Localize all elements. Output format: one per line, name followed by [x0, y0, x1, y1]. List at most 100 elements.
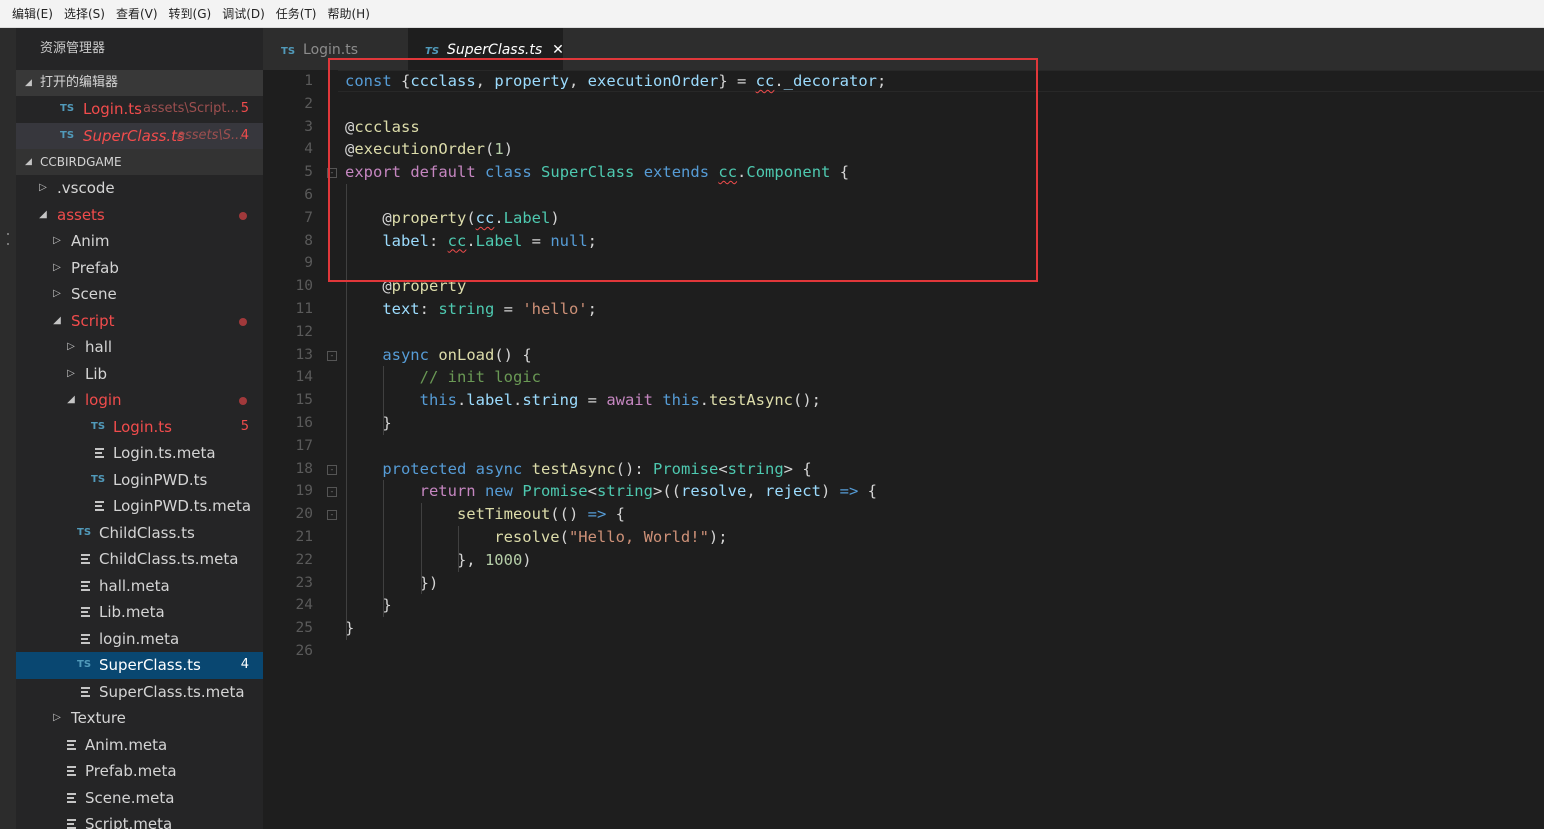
typescript-icon: TS: [60, 129, 75, 141]
code-token: text: [382, 300, 420, 318]
code-token: label: [382, 231, 429, 250]
tree-item-label: LoginPWD.ts: [113, 470, 208, 489]
explorer-title: 资源管理器: [40, 41, 106, 56]
code-token: (: [559, 528, 569, 546]
code-token: =: [522, 231, 551, 250]
code-text: @ccclass: [345, 116, 420, 139]
error-dot-icon: [239, 211, 247, 220]
code-token: =>: [839, 482, 859, 501]
tree-item[interactable]: Script.meta: [16, 811, 263, 829]
line-number: 3: [304, 118, 313, 135]
line-number: 12: [295, 323, 313, 340]
fold-toggle-icon[interactable]: -: [327, 487, 337, 498]
menu-item[interactable]: 查看(V): [116, 5, 158, 22]
code-token: {: [606, 505, 625, 524]
indent-guide: [457, 526, 459, 572]
open-editors-list: TS Login.ts assets\Script... 5 TS SuperClass.…: [16, 96, 263, 149]
code-text: @property: [382, 275, 466, 298]
code-editor[interactable]: 1 const {ccclass, property, executionOrde…: [263, 70, 1544, 829]
code-token: :: [428, 231, 448, 250]
tree-item[interactable]: ▷ Texture: [16, 705, 263, 732]
tree-item[interactable]: TS ChildClass.ts: [16, 520, 263, 547]
tree-item[interactable]: ▷ Anim: [16, 228, 263, 255]
code-line: 12: [263, 321, 1544, 344]
explorer-sidebar: 资源管理器 ◢ 打开的编辑器 TS Login.ts assets\Script..…: [16, 28, 263, 829]
code-line: 19 - return new Promise<string>((resolve, …: [263, 480, 1544, 503]
code-token: this: [419, 391, 457, 410]
code-token: cc: [475, 208, 495, 227]
tree-item[interactable]: Lib.meta: [16, 599, 263, 626]
tree-item[interactable]: ▷ Scene: [16, 281, 263, 308]
line-number: 20: [295, 506, 313, 523]
line-number: 17: [295, 437, 313, 454]
code-token: const: [345, 72, 392, 90]
code-line: 4 @executionOrder(1): [263, 138, 1544, 161]
fold-toggle-icon[interactable]: -: [327, 168, 337, 179]
fold-toggle-icon[interactable]: -: [327, 510, 337, 521]
tree-item[interactable]: ◢ assets: [16, 202, 263, 229]
code-text: @executionOrder(1): [345, 138, 513, 161]
line-number: 8: [304, 232, 313, 249]
code-token: ccclass: [410, 72, 476, 90]
menu-item[interactable]: 选择(S): [64, 5, 105, 22]
tree-item[interactable]: SuperClass.ts.meta: [16, 679, 263, 706]
tree-item[interactable]: login.meta: [16, 626, 263, 653]
menu-item[interactable]: 任务(T): [276, 5, 317, 22]
code-token: .: [512, 391, 523, 410]
open-editors-header[interactable]: ◢ 打开的编辑器: [16, 70, 263, 96]
menu-item[interactable]: 编辑(E): [12, 5, 53, 22]
tree-item-label: SuperClass.ts: [99, 656, 201, 674]
editor-tab-bar: TS Login.ts TS SuperClass.ts ✕: [263, 28, 1544, 70]
code-token: }): [419, 573, 439, 592]
tree-item[interactable]: TS LoginPWD.ts: [16, 467, 263, 494]
project-header[interactable]: ◢ CCBIRDGAME: [16, 149, 263, 175]
strip-mark: [7, 233, 9, 235]
project-label: CCBIRDGAME: [40, 155, 122, 169]
tab-login-ts[interactable]: TS Login.ts: [263, 28, 408, 70]
code-text: return new Promise<string>((resolve, rej…: [420, 480, 877, 503]
tree-item[interactable]: ◢ Script: [16, 308, 263, 335]
open-editor-path: assets\Script...: [143, 101, 239, 116]
open-editor-item[interactable]: TS Login.ts assets\Script... 5: [16, 96, 263, 123]
code-token: ;: [587, 300, 597, 318]
tree-item[interactable]: LoginPWD.ts.meta: [16, 493, 263, 520]
tree-item[interactable]: ▷ Lib: [16, 361, 263, 388]
tab-superclass-ts[interactable]: TS SuperClass.ts ✕: [408, 28, 564, 70]
tree-item[interactable]: TS Login.ts 5: [16, 414, 263, 441]
tree-item[interactable]: Scene.meta: [16, 785, 263, 812]
chevron-down-icon: ◢: [67, 394, 75, 405]
tree-item[interactable]: Login.ts.meta: [16, 440, 263, 467]
tree-item[interactable]: TS SuperClass.ts 4: [16, 652, 263, 679]
tree-item[interactable]: ▷ .vscode: [16, 175, 263, 202]
code-token: setTimeout: [456, 505, 551, 524]
tree-item[interactable]: Anim.meta: [16, 732, 263, 759]
fold-toggle-icon[interactable]: -: [327, 350, 337, 361]
indent-guide: [346, 184, 347, 640]
tree-item[interactable]: ChildClass.ts.meta: [16, 546, 263, 573]
menu-item[interactable]: 调试(D): [222, 5, 265, 22]
code-token: property: [494, 72, 569, 90]
error-dot-icon: [239, 397, 247, 405]
typescript-icon: TS: [91, 473, 106, 485]
code-text: resolve("Hello, World!");: [494, 526, 727, 549]
tree-item[interactable]: ▷ Prefab: [16, 255, 263, 282]
tree-item-label: Login.ts: [113, 417, 172, 436]
code-token: ): [503, 140, 514, 159]
menu-item[interactable]: 转到(G): [169, 5, 212, 22]
line-number: 19: [295, 483, 313, 500]
close-icon[interactable]: ✕: [552, 42, 564, 58]
chevron-right-icon: ▷: [39, 182, 47, 193]
tree-item[interactable]: Prefab.meta: [16, 758, 263, 785]
code-line: 9: [263, 252, 1544, 275]
file-lines-icon: [67, 792, 77, 804]
fold-toggle-icon[interactable]: -: [327, 464, 337, 475]
tree-item[interactable]: hall.meta: [16, 573, 263, 600]
open-editor-item[interactable]: TS SuperClass.ts assets\S... 4: [16, 122, 263, 149]
tree-item[interactable]: ▷ hall: [16, 334, 263, 361]
tree-item[interactable]: ◢ login: [16, 387, 263, 414]
code-line: 11 text: string = 'hello';: [263, 298, 1544, 321]
menu-item[interactable]: 帮助(H): [328, 5, 370, 22]
